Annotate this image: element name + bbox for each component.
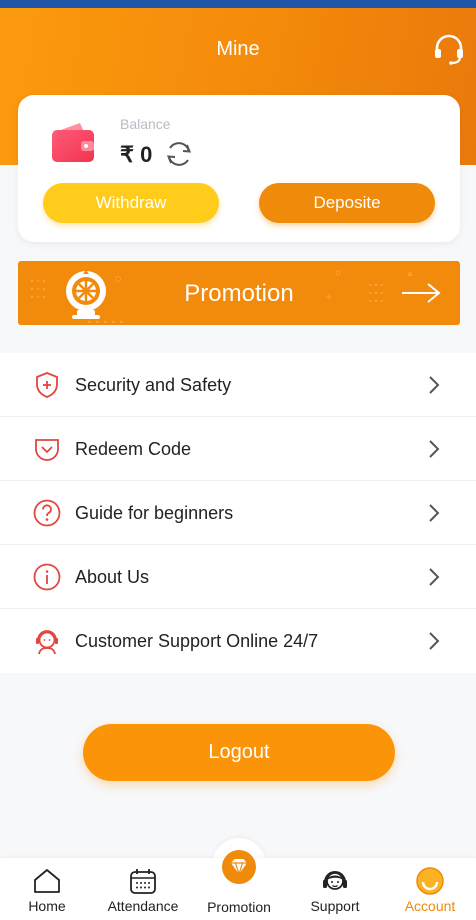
tab-label: Home: [28, 898, 66, 914]
tab-promotion[interactable]: Promotion: [192, 850, 286, 920]
chevron-right-icon: [429, 440, 440, 458]
balance-card: Balance ₹ 0 Withdraw Deposite: [18, 95, 460, 242]
top-status-strip: [0, 0, 476, 8]
settings-menu: Security and Safety Redeem Code Guide fo…: [0, 353, 476, 673]
headset-icon[interactable]: [432, 32, 466, 66]
pocket-icon: [35, 439, 59, 461]
account-icon: [416, 867, 444, 895]
promotion-banner-label: Promotion: [184, 280, 294, 307]
balance-label: Balance: [120, 116, 171, 132]
tab-home[interactable]: Home: [0, 858, 94, 920]
currency-symbol: ₹: [120, 142, 134, 167]
tab-attendance[interactable]: Attendance: [94, 858, 192, 920]
tab-account[interactable]: Account: [384, 858, 476, 920]
tab-label: Support: [310, 898, 360, 914]
home-icon: [34, 869, 60, 893]
menu-label: Security and Safety: [75, 375, 232, 395]
menu-label: Customer Support Online 24/7: [75, 631, 319, 651]
menu-label: Guide for beginners: [75, 503, 234, 523]
refresh-icon[interactable]: [164, 139, 194, 169]
deposit-button[interactable]: Deposite: [259, 183, 435, 223]
calendar-icon: [130, 869, 156, 894]
logout-button[interactable]: Logout: [83, 724, 395, 781]
support-agent-icon: [323, 871, 347, 890]
bottom-tab-bar: Home Attendance Promotion Support Accoun…: [0, 850, 476, 920]
withdraw-button[interactable]: Withdraw: [43, 183, 219, 223]
menu-label: About Us: [75, 567, 150, 587]
chevron-right-icon: [429, 632, 440, 650]
wallet-icon: [52, 123, 94, 162]
arrow-right-icon: [402, 283, 441, 303]
chevron-right-icon: [429, 376, 440, 394]
balance-value: 0: [140, 142, 153, 167]
tab-label: Attendance: [107, 898, 179, 914]
tab-label: Account: [404, 898, 456, 914]
question-icon: [33, 499, 61, 527]
menu-item-security[interactable]: Security and Safety: [0, 353, 476, 417]
shield-plus-icon: [36, 372, 58, 398]
chevron-right-icon: [429, 504, 440, 522]
chevron-right-icon: [429, 568, 440, 586]
page-title: Mine: [216, 38, 260, 60]
promotion-banner[interactable]: Promotion: [18, 261, 460, 325]
info-icon: [33, 563, 61, 591]
menu-label: Redeem Code: [75, 439, 192, 459]
menu-item-guide[interactable]: Guide for beginners: [0, 481, 476, 545]
menu-item-customer-support[interactable]: Customer Support Online 24/7: [0, 609, 476, 673]
tab-support[interactable]: Support: [286, 858, 384, 920]
menu-item-about-us[interactable]: About Us: [0, 545, 476, 609]
menu-item-redeem-code[interactable]: Redeem Code: [0, 417, 476, 481]
balance-amount: ₹ 0: [120, 142, 152, 168]
agent-icon: [36, 630, 58, 655]
diamond-icon: [222, 850, 256, 884]
tab-label: Promotion: [207, 899, 271, 915]
